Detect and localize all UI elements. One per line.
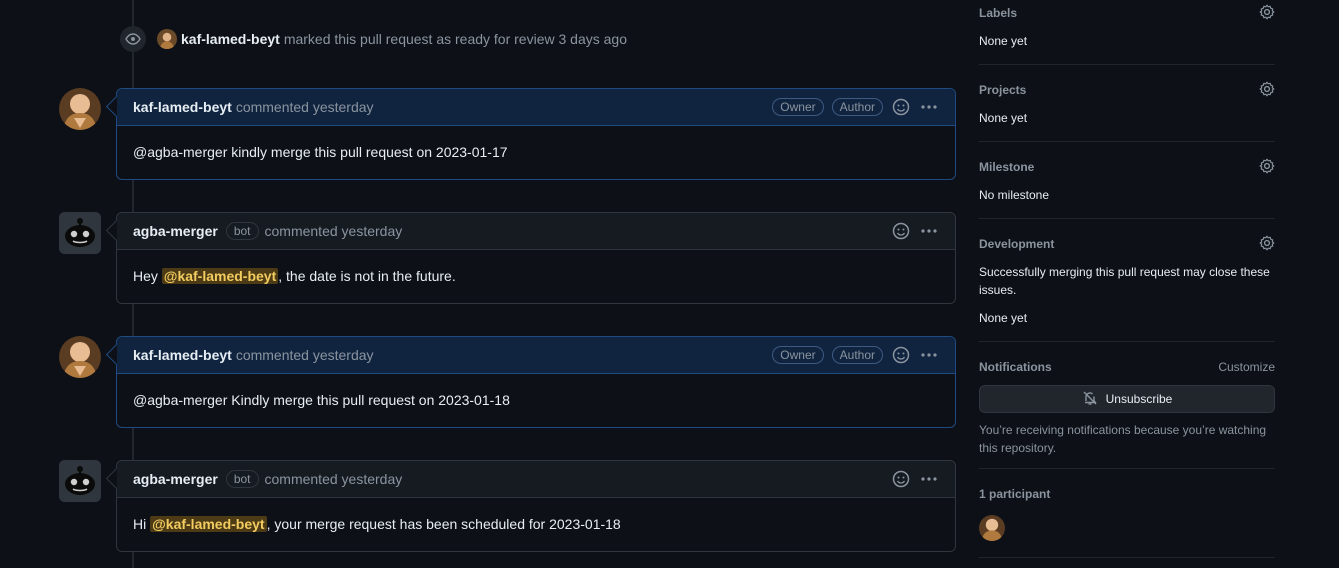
smiley-icon[interactable] bbox=[891, 469, 911, 489]
comment-body-suffix: , the date is not in the future. bbox=[278, 268, 456, 284]
sidebar-labels: Labels None yet bbox=[979, 4, 1275, 65]
comment-body: Hi @kaf-lamed-beyt, your merge request h… bbox=[117, 498, 955, 550]
sidebar-notifications-heading: Notifications Customize bbox=[979, 358, 1275, 376]
sidebar-development-value: None yet bbox=[979, 311, 1028, 325]
gear-icon[interactable] bbox=[1259, 235, 1275, 254]
bell-slash-icon bbox=[1082, 390, 1098, 409]
comment: agba-merger bot commented yesterday Hey … bbox=[116, 212, 956, 304]
author-badge: Author bbox=[831, 98, 883, 116]
eye-icon bbox=[120, 26, 146, 52]
sidebar-labels-title: Labels bbox=[979, 6, 1018, 20]
timeline-event-ready-for-review: kaf-lamed-beyt marked this pull request … bbox=[120, 26, 627, 52]
divider bbox=[979, 218, 1275, 219]
comment-timestamp[interactable]: commented yesterday bbox=[265, 223, 403, 239]
comment-author-link[interactable]: agba-merger bbox=[133, 223, 218, 239]
sidebar-projects-heading[interactable]: Projects bbox=[979, 81, 1275, 99]
notifications-note: You’re receiving notifications because y… bbox=[979, 423, 1267, 455]
gear-icon[interactable] bbox=[1259, 158, 1275, 177]
comment-body-prefix: Hey bbox=[133, 268, 162, 284]
comment-timestamp[interactable]: commented yesterday bbox=[236, 347, 374, 363]
participant-avatar[interactable] bbox=[979, 515, 1005, 541]
sidebar-labels-heading[interactable]: Labels bbox=[979, 4, 1275, 22]
comment-author-link[interactable]: agba-merger bbox=[133, 471, 218, 487]
divider bbox=[979, 468, 1275, 469]
sidebar-participants: 1 participant bbox=[979, 485, 1275, 558]
sidebar-participants-heading: 1 participant bbox=[979, 485, 1275, 503]
divider bbox=[979, 341, 1275, 342]
avatar[interactable] bbox=[59, 336, 101, 378]
sidebar-notifications: Notifications Customize Unsubscribe You’… bbox=[979, 358, 1275, 469]
event-author-link[interactable]: kaf-lamed-beyt bbox=[181, 31, 280, 47]
sidebar-development-title: Development bbox=[979, 237, 1055, 251]
sidebar-labels-value: None yet bbox=[979, 34, 1028, 48]
user-mention[interactable]: @kaf-lamed-beyt bbox=[161, 268, 279, 284]
comment-author-link[interactable]: kaf-lamed-beyt bbox=[133, 347, 232, 363]
comment-body: @agba-merger Kindly merge this pull requ… bbox=[133, 392, 510, 408]
bot-badge: bot bbox=[225, 470, 259, 488]
sidebar-projects: Projects None yet bbox=[979, 81, 1275, 142]
smiley-icon[interactable] bbox=[891, 345, 911, 365]
event-text: marked this pull request as ready for re… bbox=[283, 31, 627, 47]
comment-header: agba-merger bot commented yesterday bbox=[117, 461, 955, 498]
bot-badge: bot bbox=[225, 222, 259, 240]
comment-body: @agba-merger kindly merge this pull requ… bbox=[133, 144, 508, 160]
sidebar-development-note: Successfully merging this pull request m… bbox=[979, 265, 1270, 297]
gear-icon[interactable] bbox=[1259, 4, 1275, 23]
unsubscribe-label: Unsubscribe bbox=[1105, 392, 1173, 406]
divider bbox=[979, 557, 1275, 558]
user-mention[interactable]: @kaf-lamed-beyt bbox=[150, 516, 267, 532]
kebab-menu-icon[interactable] bbox=[919, 469, 939, 489]
divider bbox=[979, 64, 1275, 65]
avatar[interactable] bbox=[59, 212, 101, 254]
divider bbox=[979, 141, 1275, 142]
comment-header: kaf-lamed-beyt commented yesterday Owner… bbox=[117, 89, 955, 126]
sidebar-notifications-title: Notifications bbox=[979, 360, 1052, 374]
owner-badge: Owner bbox=[772, 346, 824, 364]
unsubscribe-button[interactable]: Unsubscribe bbox=[979, 385, 1275, 413]
sidebar-milestone-title: Milestone bbox=[979, 160, 1035, 174]
smiley-icon[interactable] bbox=[891, 221, 911, 241]
avatar[interactable] bbox=[157, 29, 177, 49]
comment: kaf-lamed-beyt commented yesterday Owner… bbox=[116, 88, 956, 180]
sidebar-projects-title: Projects bbox=[979, 83, 1027, 97]
comment-timestamp[interactable]: commented yesterday bbox=[236, 99, 374, 115]
avatar[interactable] bbox=[59, 88, 101, 130]
comment-header: agba-merger bot commented yesterday bbox=[117, 213, 955, 250]
comment-body-prefix: Hi bbox=[133, 516, 151, 532]
sidebar-milestone: Milestone No milestone bbox=[979, 158, 1275, 219]
kebab-menu-icon[interactable] bbox=[919, 97, 939, 117]
sidebar-participants-title: 1 participant bbox=[979, 487, 1051, 501]
sidebar-projects-value: None yet bbox=[979, 111, 1028, 125]
kebab-menu-icon[interactable] bbox=[919, 221, 939, 241]
avatar[interactable] bbox=[59, 460, 101, 502]
comment-body: Hey @kaf-lamed-beyt, the date is not in … bbox=[117, 250, 955, 302]
sidebar-development-heading[interactable]: Development bbox=[979, 235, 1275, 253]
customize-link[interactable]: Customize bbox=[1218, 360, 1275, 374]
comment-body-suffix: , your merge request has been scheduled … bbox=[266, 516, 621, 532]
gear-icon[interactable] bbox=[1259, 81, 1275, 100]
comment: kaf-lamed-beyt commented yesterday Owner… bbox=[116, 336, 956, 428]
comment-timestamp[interactable]: commented yesterday bbox=[265, 471, 403, 487]
comment-header: kaf-lamed-beyt commented yesterday Owner… bbox=[117, 337, 955, 374]
sidebar-milestone-heading[interactable]: Milestone bbox=[979, 158, 1275, 176]
owner-badge: Owner bbox=[772, 98, 824, 116]
smiley-icon[interactable] bbox=[891, 97, 911, 117]
comment-author-link[interactable]: kaf-lamed-beyt bbox=[133, 99, 232, 115]
comment: agba-merger bot commented yesterday Hi @… bbox=[116, 460, 956, 552]
sidebar-development: Development Successfully merging this pu… bbox=[979, 235, 1275, 342]
author-badge: Author bbox=[831, 346, 883, 364]
kebab-menu-icon[interactable] bbox=[919, 345, 939, 365]
sidebar-milestone-value: No milestone bbox=[979, 188, 1050, 202]
